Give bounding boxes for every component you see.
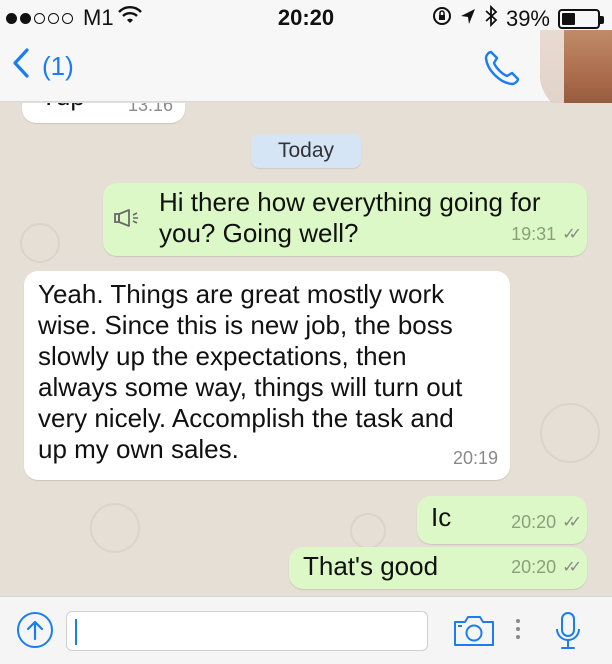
message-time-label: 19:31	[511, 224, 557, 244]
rotation-lock-icon	[432, 6, 452, 32]
date-divider: Today	[251, 134, 361, 168]
message-time: 13:16	[127, 103, 173, 115]
more-options-icon[interactable]	[516, 619, 520, 639]
message-bubble-outgoing[interactable]: Ic 20:20 ✓✓	[417, 496, 587, 544]
double-tick-icon: ✓✓	[562, 559, 582, 576]
back-chevron-icon	[12, 48, 30, 85]
camera-icon[interactable]	[453, 615, 495, 652]
back-button[interactable]: (1)	[12, 48, 74, 85]
background-doodle	[90, 503, 140, 553]
message-text-line: wise. Since this is new job, the boss	[38, 310, 453, 340]
phone-icon[interactable]	[482, 48, 522, 93]
status-bar: M1 20:20 39%	[0, 0, 612, 36]
location-icon	[460, 6, 476, 32]
upload-icon[interactable]	[16, 611, 54, 654]
battery-fill	[562, 13, 576, 25]
message-text: Yup	[40, 103, 85, 112]
message-time: 20:20 ✓✓	[511, 507, 582, 538]
message-text-line: always some way, things will turn out	[38, 372, 463, 402]
message-time-label: 20:20	[511, 557, 557, 577]
message-text-line: up my own sales.	[38, 434, 239, 464]
message-text: Ic	[431, 502, 452, 532]
bluetooth-icon	[484, 4, 498, 33]
battery-percent: 39%	[505, 6, 550, 31]
message-bubble-incoming[interactable]: Yup 13:16	[22, 103, 185, 123]
message-text-line: very nicely. Accomplish the task and	[38, 403, 454, 433]
megaphone-icon	[113, 205, 141, 236]
unread-count: (1)	[42, 51, 74, 81]
message-text-line: Hi there how everything going for	[159, 187, 541, 217]
message-bubble-incoming[interactable]: Yeah. Things are great mostly work wise.…	[24, 271, 510, 480]
message-input-bar	[0, 596, 612, 664]
message-time: 20:20 ✓✓	[511, 552, 582, 583]
battery-icon	[558, 9, 604, 29]
text-cursor	[75, 619, 77, 645]
message-time: 20:19	[452, 448, 498, 468]
message-text: That's good	[303, 551, 439, 581]
message-input[interactable]	[66, 611, 428, 651]
double-tick-icon: ✓✓	[562, 514, 582, 531]
microphone-icon[interactable]	[553, 611, 583, 656]
message-time-label: 20:20	[511, 512, 557, 532]
background-doodle	[350, 513, 386, 549]
status-right: 39%	[432, 4, 604, 33]
message-text-line: Yeah. Things are great mostly work	[38, 279, 445, 309]
chat-header: (1)	[0, 30, 612, 114]
background-doodle	[20, 223, 60, 263]
contact-avatar[interactable]	[540, 30, 612, 114]
chat-area: Yup 13:16 Today Hi there how everything …	[0, 103, 612, 596]
message-bubble-outgoing[interactable]: Hi there how everything going for you? G…	[103, 183, 587, 256]
message-bubble-outgoing[interactable]: That's good 20:20 ✓✓	[289, 547, 587, 589]
message-time: 19:31 ✓✓	[511, 219, 582, 250]
message-text-line: slowly up the expectations, then	[38, 341, 407, 371]
double-tick-icon: ✓✓	[562, 226, 582, 243]
background-doodle	[540, 403, 600, 463]
